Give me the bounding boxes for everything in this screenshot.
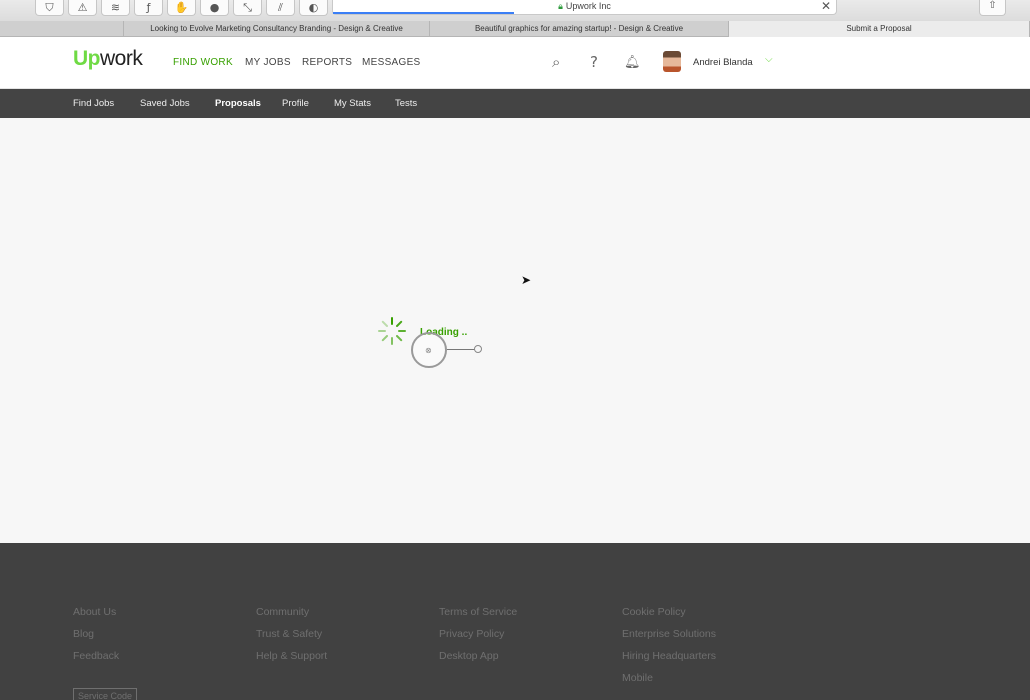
chevron-down-icon[interactable]: ⌵ <box>765 54 773 65</box>
address-bar[interactable]: 🔒︎ Upwork Inc ✕ <box>332 0 837 15</box>
footer-terms[interactable]: Terms of Service <box>439 606 517 618</box>
footer-blog[interactable]: Blog <box>73 628 94 640</box>
user-name[interactable]: Andrei Blanda <box>693 57 753 68</box>
bell-icon[interactable]: 🔔︎ <box>624 55 641 70</box>
stripes-icon[interactable]: ⫽ <box>266 0 295 16</box>
nav-find-work[interactable]: FIND WORK <box>173 57 233 68</box>
footer-about-us[interactable]: About Us <box>73 606 116 618</box>
browser-toolbar: ⛉ ⚠ ≋ ƒ ✋ ● ⤡ ⫽ ◐ 🔒︎ Upwork Inc ✕ ⇧ <box>0 0 1030 21</box>
main-content: Loading .. ⊗ ➤ <box>0 118 1030 543</box>
logo-up: Up <box>73 47 101 70</box>
subnav-proposals[interactable]: Proposals <box>215 98 261 109</box>
footer-hiring-hq[interactable]: Hiring Headquarters <box>622 650 716 662</box>
site-header: Upwork FIND WORK MY JOBS REPORTS MESSAGE… <box>0 37 1030 89</box>
logo-work: work <box>100 47 143 70</box>
tab-submit-proposal[interactable]: Submit a Proposal <box>729 21 1030 37</box>
click-indicator-dot <box>474 345 482 353</box>
tab-strip: Looking to Evolve Marketing Consultancy … <box>0 21 1030 37</box>
subnav-tests[interactable]: Tests <box>395 98 417 109</box>
subnav-find-jobs[interactable]: Find Jobs <box>73 98 114 109</box>
mouse-pointer-icon: ➤ <box>521 273 532 287</box>
address-text: 🔒︎ Upwork Inc <box>333 1 836 12</box>
click-target-icon: ⊗ <box>425 346 432 355</box>
script-icon[interactable]: ƒ <box>134 0 163 16</box>
sub-nav: Find Jobs Saved Jobs Proposals Profile M… <box>0 89 1030 118</box>
nav-messages[interactable]: MESSAGES <box>362 57 421 68</box>
avatar[interactable] <box>663 51 681 72</box>
pinterest-icon[interactable]: ● <box>200 0 229 16</box>
tab-evolve-branding[interactable]: Looking to Evolve Marketing Consultancy … <box>123 21 430 37</box>
share-icon[interactable]: ⇧ <box>979 0 1006 16</box>
footer-feedback[interactable]: Feedback <box>73 650 119 662</box>
footer-trust-safety[interactable]: Trust & Safety <box>256 628 322 640</box>
footer-enterprise[interactable]: Enterprise Solutions <box>622 628 716 640</box>
nav-reports[interactable]: REPORTS <box>302 57 352 68</box>
lock-icon: 🔒︎ <box>558 1 563 11</box>
footer-mobile[interactable]: Mobile <box>622 672 653 684</box>
nav-my-jobs[interactable]: MY JOBS <box>245 57 291 68</box>
evernote-icon[interactable]: ✋ <box>167 0 196 16</box>
help-icon[interactable]: ? <box>590 53 598 71</box>
footer-privacy[interactable]: Privacy Policy <box>439 628 504 640</box>
click-indicator-line <box>447 349 475 350</box>
footer-community[interactable]: Community <box>256 606 309 618</box>
tab-beautiful-graphics[interactable]: Beautiful graphics for amazing startup! … <box>430 21 729 37</box>
page-load-progress <box>333 12 514 14</box>
subnav-saved-jobs[interactable]: Saved Jobs <box>140 98 190 109</box>
subnav-my-stats[interactable]: My Stats <box>334 98 371 109</box>
expand-icon[interactable]: ⤡ <box>233 0 262 16</box>
service-code-button[interactable]: Service Code <box>73 688 138 700</box>
loading-spinner-icon <box>378 317 406 345</box>
upwork-logo[interactable]: Upwork <box>73 47 143 71</box>
footer-help-support[interactable]: Help & Support <box>256 650 327 662</box>
layers-icon[interactable]: ≋ <box>101 0 130 16</box>
stop-loading-icon[interactable]: ✕ <box>821 0 831 13</box>
footer-desktop-app[interactable]: Desktop App <box>439 650 499 662</box>
subnav-profile[interactable]: Profile <box>282 98 309 109</box>
search-icon[interactable]: ⌕ <box>552 53 560 71</box>
warning-icon[interactable]: ⚠ <box>68 0 97 16</box>
footer: About Us Blog Feedback Community Trust &… <box>0 543 1030 700</box>
address-label: Upwork Inc <box>565 1 611 11</box>
footer-cookie-policy[interactable]: Cookie Policy <box>622 606 686 618</box>
shield-icon[interactable]: ◐ <box>299 0 328 16</box>
pocket-icon[interactable]: ⛉ <box>35 0 64 16</box>
